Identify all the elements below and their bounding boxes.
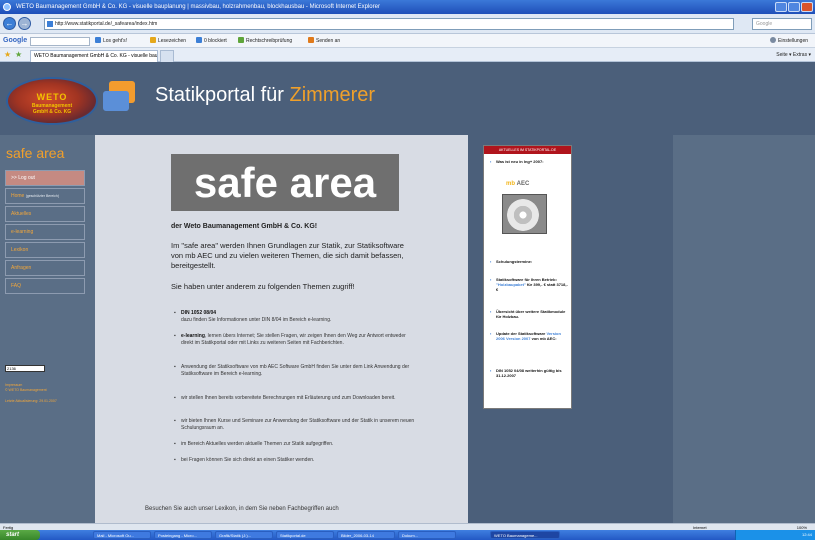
favorites-star-icon[interactable]: ★ [4, 50, 11, 60]
sidebar-item-logout[interactable]: >> Log out [5, 170, 85, 186]
news-item[interactable]: Statiksoftware für Ihren Betrieb: "Holzb… [490, 277, 568, 292]
forward-arrow-icon[interactable]: → [18, 17, 31, 30]
mb-aec-logo: mb AEC [506, 181, 530, 187]
google-popup-blocker-button[interactable]: 0 blockiert [196, 34, 227, 48]
sidebar-counter-field[interactable]: 2136 [5, 365, 45, 372]
google-toolbar: Google Los geht's! Lesezeichen 0 blockie… [0, 34, 815, 48]
google-bookmarks-button[interactable]: Lesezeichen [150, 34, 186, 48]
url-text: http://www.statikportal.de/_safearea/ind… [55, 21, 158, 27]
cd-icon [507, 199, 539, 231]
tab-row: ★ ★ WETO Baumanagement GmbH & Co. KG - v… [0, 48, 815, 62]
footer-text: Besuchen Sie auch unser Lexikon, in dem … [145, 506, 339, 512]
window-titlebar: WETO Baumanagement GmbH & Co. KG - visue… [0, 0, 815, 14]
window-controls [775, 2, 813, 12]
copyright-text: © WETO Baumanagement [5, 388, 47, 392]
list-item: Anwendung der Statiksoftware von mb AEC … [174, 364, 416, 378]
company-heading: der Weto Baumanagement GmbH & Co. KG! [171, 223, 318, 230]
right-background [673, 135, 815, 523]
system-tray: 12:44 [735, 530, 815, 540]
site-title-accent: Zimmerer [289, 84, 376, 106]
start-button[interactable]: start [0, 530, 40, 540]
page-icon [47, 21, 53, 27]
google-logo: Google [3, 37, 28, 44]
sidebar: safe area >> Log out Home (geschützter B… [0, 135, 95, 523]
news-header: AKTUELLES IM STATIKPORTAL.DE [484, 146, 571, 154]
list-item: wir stellen Ihnen bereits vorbereitete B… [174, 395, 416, 402]
sidebar-item-aktuelles[interactable]: Aktuelles [5, 206, 85, 222]
list-item: wir bieten Ihnen Kurse und Seminare zur … [174, 418, 416, 432]
sidebar-item-faq[interactable]: FAQ [5, 278, 85, 294]
site-header: WETO Baumanagement GmbH & Co. KG Statikp… [0, 62, 815, 135]
taskbar-item-active[interactable]: WETO Baumanageme... [490, 531, 560, 539]
google-spellcheck-button[interactable]: Rechtschreibprüfung [238, 34, 292, 48]
sidebar-title: safe area [6, 145, 65, 161]
weto-logo[interactable]: WETO Baumanagement GmbH & Co. KG [6, 77, 98, 125]
list-item: bei Fragen können Sie sich direkt an ein… [174, 457, 416, 464]
news-item[interactable]: Übersicht über weitere Statikmodule für … [490, 309, 568, 319]
clock: 12:44 [801, 532, 812, 537]
sidebar-item-home[interactable]: Home (geschützter Bereich) [5, 188, 85, 204]
taskbar-item[interactable]: Mail - Microsoft Ou... [93, 531, 151, 539]
search-input[interactable]: Google [752, 18, 812, 30]
add-favorites-icon[interactable]: ★ [15, 50, 22, 60]
taskbar-item[interactable]: Statikportal.de [276, 531, 334, 539]
status-bar: Fertig Internet 100% [0, 523, 815, 530]
main-content: safe area der Weto Baumanagement GmbH & … [95, 135, 468, 523]
google-go-button[interactable]: Los geht's! [95, 34, 127, 48]
new-tab-button[interactable] [160, 50, 174, 62]
sidebar-item-lexikon[interactable]: Lexikon [5, 242, 85, 258]
sidebar-item-anfragen[interactable]: Anfragen [5, 260, 85, 276]
maximize-button[interactable] [788, 2, 800, 12]
page-viewport: WETO Baumanagement GmbH & Co. KG Statikp… [0, 62, 815, 523]
news-box: AKTUELLES IM STATIKPORTAL.DE Was ist neu… [483, 145, 572, 409]
news-item[interactable]: Update der Statiksoftware Version 2006 V… [490, 331, 568, 341]
taskbar: start Mail - Microsoft Ou... Posteingang… [0, 530, 815, 540]
ie-icon [3, 3, 11, 11]
news-item[interactable]: Schulungstermine: [490, 259, 568, 264]
last-update-text: Letzte Aktualisierung: 29.01.2007 [5, 399, 57, 403]
taskbar-item[interactable]: Grafik/Statik (J:)... [215, 531, 273, 539]
logo-sub-text-2: GmbH & Co. KG [32, 109, 72, 115]
list-item: e-learning, lernen übers Internet; Sie s… [174, 333, 416, 347]
taskbar-item[interactable]: Posteingang - Micro... [154, 531, 212, 539]
back-arrow-icon[interactable]: ← [3, 17, 16, 30]
sidebar-item-elearning[interactable]: e-learning [5, 224, 85, 240]
address-bar: ← → http://www.statikportal.de/_safearea… [0, 14, 815, 34]
logo-text: WETO [36, 92, 68, 102]
news-item[interactable]: DIN 1052 04/08 weiterhin gültig bis 31.1… [490, 368, 568, 378]
taskbar-item[interactable]: Bilder_2006-03-14 [337, 531, 395, 539]
news-item[interactable]: Was ist neu in Ing+ 2007: [490, 159, 568, 164]
list-item: DIN 1052 08/04dazu finden Sie Informatio… [174, 310, 416, 324]
news-column: AKTUELLES IM STATIKPORTAL.DE Was ist neu… [468, 135, 673, 523]
portal-squares-icon [103, 81, 143, 113]
list-item: im Bereich Aktuelles werden aktuelle The… [174, 441, 416, 448]
cd-cover-image [502, 194, 547, 234]
close-button[interactable] [801, 2, 813, 12]
url-input[interactable]: http://www.statikportal.de/_safearea/ind… [44, 18, 734, 30]
site-title: Statikportal für Zimmerer [155, 84, 376, 106]
window-title: WETO Baumanagement GmbH & Co. KG - visue… [16, 4, 380, 10]
command-bar[interactable]: Seite ▾ Extras ▾ [776, 48, 811, 62]
taskbar-item[interactable]: Dokum... [398, 531, 456, 539]
google-send-button[interactable]: Senden an [308, 34, 340, 48]
impressum-link[interactable]: Impressum [5, 383, 22, 387]
safe-area-banner: safe area [171, 154, 399, 211]
minimize-button[interactable] [775, 2, 787, 12]
lead-text: Sie haben unter anderem zu folgenden The… [171, 282, 355, 291]
intro-text: Im "safe area" werden Ihnen Grundlagen z… [171, 241, 404, 270]
tab-weto[interactable]: WETO Baumanagement GmbH & Co. KG - visue… [30, 50, 158, 62]
google-settings-button[interactable]: Einstellungen [770, 34, 808, 48]
google-search-input[interactable] [30, 37, 90, 46]
